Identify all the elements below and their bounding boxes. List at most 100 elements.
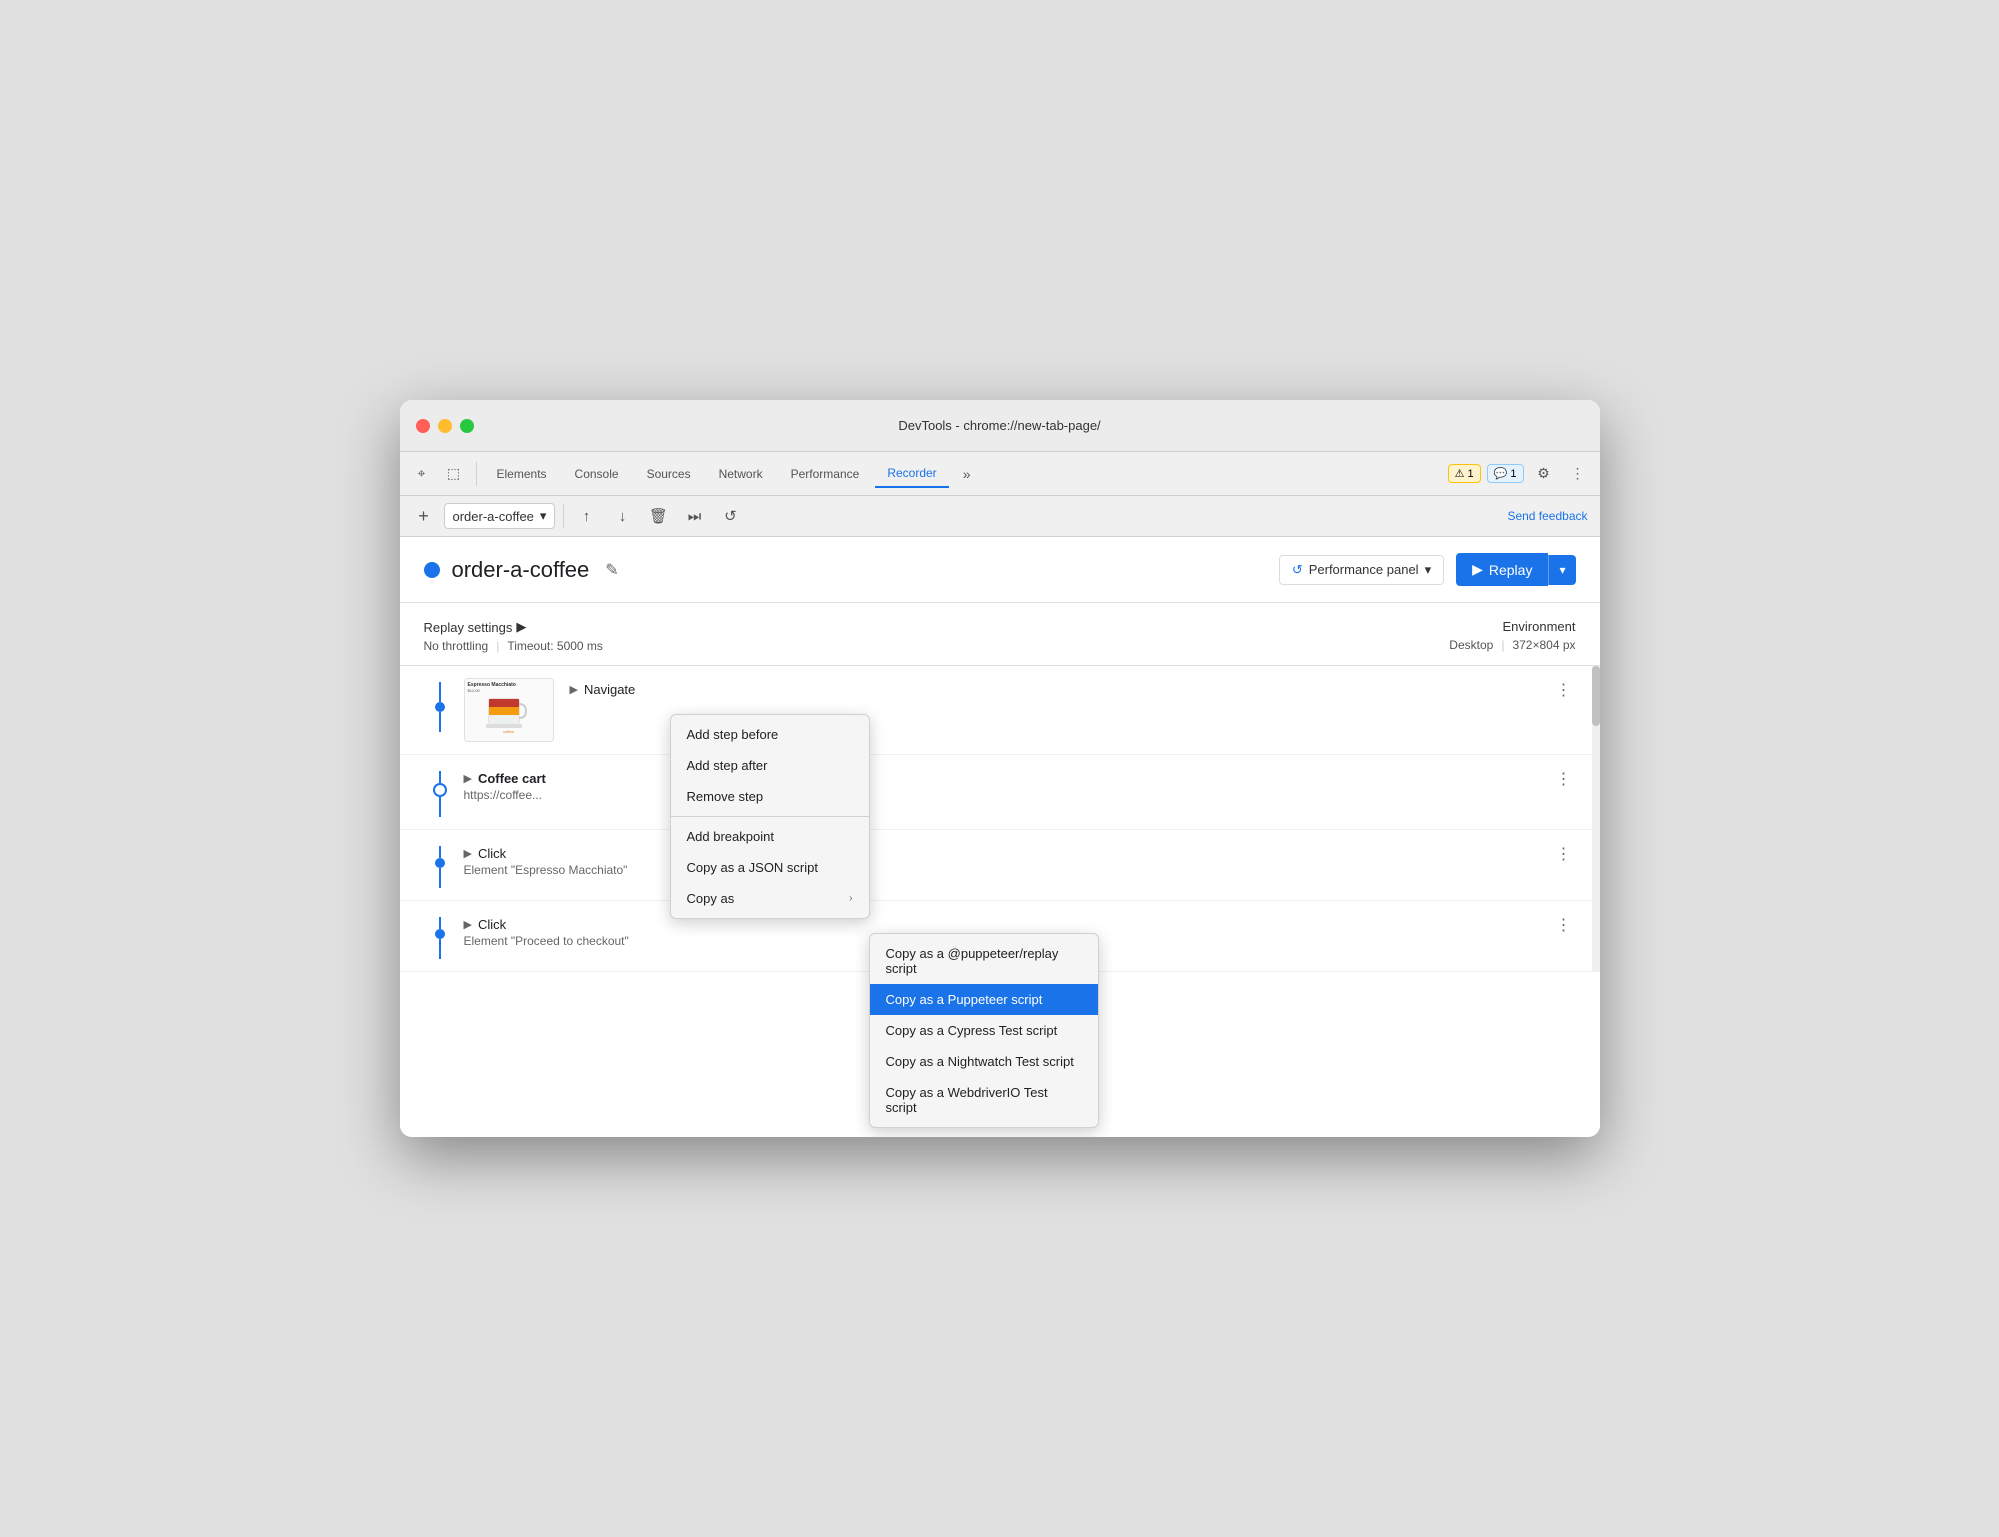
timeline-navigate	[424, 678, 456, 732]
timeline-click-2	[424, 913, 456, 959]
resolution-label: 372×804 px	[1512, 638, 1575, 652]
submenu-puppeteer-script[interactable]: Copy as a Puppeteer script	[870, 984, 1098, 1015]
environment-title: Environment	[1449, 619, 1575, 634]
replay-btn-group: ▶ Replay ▾	[1456, 553, 1575, 586]
settings-section: Replay settings ▶ No throttling | Timeou…	[400, 603, 1600, 666]
settings-right: Environment Desktop | 372×804 px	[1449, 619, 1575, 653]
tab-elements[interactable]: Elements	[485, 461, 559, 487]
performance-panel-btn[interactable]: ↺ Performance panel ▾	[1279, 555, 1444, 585]
gear-icon: ⚙	[1537, 465, 1550, 482]
dock-icon-btn[interactable]: ⬚	[440, 460, 468, 488]
submenu-cypress[interactable]: Copy as a Cypress Test script	[870, 1015, 1098, 1046]
recording-select[interactable]: order-a-coffee ▾	[444, 503, 556, 529]
more-options-btn[interactable]: ⋮	[1564, 460, 1592, 488]
import-btn[interactable]: ↓	[608, 502, 636, 530]
environment-detail: Desktop | 372×804 px	[1449, 638, 1575, 652]
step-navigate-content: ▶ Navigate	[570, 678, 1552, 697]
chat-icon: 💬	[1494, 467, 1508, 480]
step-click-1-title: ▶ Click	[464, 846, 1552, 861]
traffic-lights	[416, 419, 474, 433]
devtools-header: ⌖ ⬚ Elements Console Sources Network Per…	[400, 452, 1600, 537]
step-coffee-cart-content: ▶ Coffee cart https://coffee...	[464, 767, 1552, 802]
copy-as-submenu: Copy as a @puppeteer/replay script Copy …	[869, 933, 1099, 1128]
context-menu-navigate: Add step before Add step after Remove st…	[670, 714, 870, 919]
step-click-1-content: ▶ Click Element "Espresso Macchiato"	[464, 842, 1552, 877]
timeline-click-1	[424, 842, 456, 888]
devtools-window: DevTools - chrome://new-tab-page/ ⌖ ⬚ El…	[400, 400, 1600, 1137]
settings-detail: No throttling | Timeout: 5000 ms	[424, 639, 1450, 653]
timeout-label: Timeout: 5000 ms	[507, 639, 603, 653]
step-navigate-thumbnail: Espresso Macchiato $12.00 coffee	[464, 678, 554, 742]
timeline-dot-hollow	[433, 783, 447, 797]
add-recording-btn[interactable]: +	[412, 504, 436, 528]
minimize-button[interactable]	[438, 419, 452, 433]
step-click-1: ▶ Click Element "Espresso Macchiato" ⋮	[400, 830, 1600, 901]
submenu-puppeteer-replay[interactable]: Copy as a @puppeteer/replay script	[870, 938, 1098, 984]
circle-arrow-btn[interactable]: ↺	[716, 502, 744, 530]
step-forward-icon: ⏭	[688, 508, 702, 525]
edit-name-icon[interactable]: ✎	[605, 560, 618, 580]
step-coffee-cart-title: ▶ Coffee cart	[464, 771, 1552, 786]
replay-settings-title[interactable]: Replay settings ▶	[424, 619, 1450, 635]
replay-dropdown-btn[interactable]: ▾	[1548, 555, 1575, 585]
replay-label: Replay	[1489, 562, 1533, 578]
settings-expand-icon: ▶	[516, 619, 526, 635]
menu-remove-step[interactable]: Remove step	[671, 781, 869, 812]
step-navigate: Espresso Macchiato $12.00 coffee	[400, 666, 1600, 755]
toolbar-divider-1	[563, 504, 564, 528]
more-tabs-btn[interactable]: »	[953, 460, 981, 488]
menu-copy-as[interactable]: Copy as › Copy as a @puppeteer/replay sc…	[671, 883, 869, 914]
step-forward-btn[interactable]: ⏭	[680, 502, 708, 530]
window-title: DevTools - chrome://new-tab-page/	[898, 418, 1100, 433]
performance-panel-label: Performance panel	[1309, 562, 1419, 577]
submenu-webdriverio[interactable]: Copy as a WebdriverIO Test script	[870, 1077, 1098, 1123]
step-coffee-cart-more-btn[interactable]: ⋮	[1552, 767, 1576, 791]
menu-add-breakpoint[interactable]: Add breakpoint	[671, 821, 869, 852]
replay-button[interactable]: ▶ Replay	[1456, 553, 1548, 586]
step-click-2-more-btn[interactable]: ⋮	[1552, 913, 1576, 937]
menu-copy-json[interactable]: Copy as a JSON script	[671, 852, 869, 883]
warning-badge[interactable]: ⚠ 1	[1448, 464, 1481, 483]
tab-sources[interactable]: Sources	[635, 461, 703, 487]
info-badge[interactable]: 💬 1	[1487, 464, 1524, 483]
delete-btn[interactable]: 🗑	[644, 502, 672, 530]
settings-btn[interactable]: ⚙	[1530, 460, 1558, 488]
settings-left: Replay settings ▶ No throttling | Timeou…	[424, 619, 1450, 653]
upload-icon: ↑	[583, 508, 591, 525]
menu-divider-1	[671, 816, 869, 817]
step-navigate-more-btn[interactable]: ⋮	[1552, 678, 1576, 702]
recording-status-dot	[424, 562, 440, 578]
step-coffee-cart-detail: https://coffee...	[464, 788, 1552, 802]
desktop-label: Desktop	[1449, 638, 1493, 652]
steps-area: Espresso Macchiato $12.00 coffee	[400, 666, 1600, 972]
circle-arrow-icon: ↺	[724, 507, 737, 525]
menu-add-step-after[interactable]: Add step after	[671, 750, 869, 781]
recording-name-label: order-a-coffee	[453, 509, 534, 524]
maximize-button[interactable]	[460, 419, 474, 433]
send-feedback-link[interactable]: Send feedback	[1507, 509, 1587, 523]
tab-console[interactable]: Console	[563, 461, 631, 487]
toolbar-row: + order-a-coffee ▾ ↑ ↓ 🗑 ⏭ ↺ Send feedb	[400, 496, 1600, 536]
tab-recorder[interactable]: Recorder	[875, 460, 948, 488]
scroll-thumb[interactable]	[1592, 666, 1600, 726]
step-click-2-title: ▶ Click	[464, 917, 1552, 932]
step-click-1-more-btn[interactable]: ⋮	[1552, 842, 1576, 866]
throttling-label: No throttling	[424, 639, 489, 653]
cursor-icon-btn[interactable]: ⌖	[408, 460, 436, 488]
copy-as-arrow: ›	[849, 893, 852, 904]
close-button[interactable]	[416, 419, 430, 433]
submenu-nightwatch[interactable]: Copy as a Nightwatch Test script	[870, 1046, 1098, 1077]
replay-dropdown-chevron: ▾	[1559, 563, 1565, 577]
step-coffee-cart: ▶ Coffee cart https://coffee... ⋮	[400, 755, 1600, 830]
menu-add-step-before[interactable]: Add step before	[671, 719, 869, 750]
chevron-right-icon: »	[963, 466, 971, 482]
tab-more-area: ⚠ 1 💬 1 ⚙ ⋮	[1448, 460, 1592, 488]
recording-header: order-a-coffee ✎ ↺ Performance panel ▾ ▶…	[400, 537, 1600, 603]
tab-network[interactable]: Network	[707, 461, 775, 487]
dock-icon: ⬚	[447, 465, 460, 482]
tab-performance[interactable]: Performance	[779, 461, 872, 487]
export-btn[interactable]: ↑	[572, 502, 600, 530]
performance-icon: ↺	[1292, 562, 1303, 578]
tabs-divider-1	[476, 462, 477, 486]
cursor-icon: ⌖	[418, 465, 426, 482]
